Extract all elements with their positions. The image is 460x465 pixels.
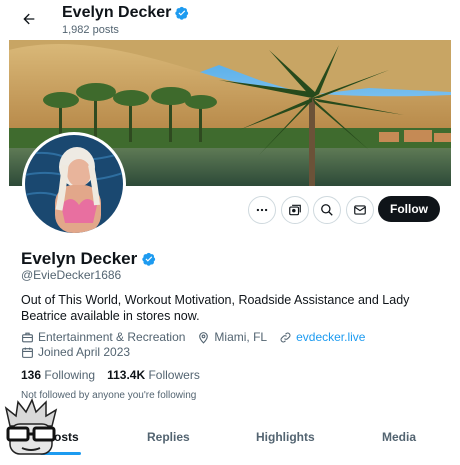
- followers-count: 113.4K: [107, 368, 146, 382]
- message-button[interactable]: [346, 196, 374, 224]
- header-name: Evelyn Decker: [62, 4, 172, 21]
- location-item: Miami, FL: [197, 330, 267, 344]
- category-item: Entertainment & Recreation: [21, 330, 185, 344]
- tab-replies[interactable]: Replies: [147, 430, 190, 444]
- post-count: 1,982 posts: [62, 24, 119, 36]
- mascot-watermark-icon: [2, 398, 60, 460]
- search-icon: [321, 204, 333, 216]
- avatar[interactable]: [25, 135, 123, 233]
- profile-name-row: Evelyn Decker: [21, 249, 156, 269]
- message-icon: [354, 205, 366, 215]
- subscribe-icon: [289, 204, 301, 216]
- more-button[interactable]: [248, 196, 276, 224]
- more-icon: [256, 208, 268, 212]
- location-pin-icon: [199, 331, 209, 344]
- calendar-icon: [22, 347, 33, 358]
- joined-row: Joined April 2023: [21, 345, 142, 359]
- top-bar: Evelyn Decker 1,982 posts: [0, 0, 460, 40]
- joined-item: Joined April 2023: [21, 345, 130, 359]
- website-item[interactable]: evdecker.live: [279, 330, 365, 344]
- following-label: Following: [44, 368, 96, 382]
- location-text: Miami, FL: [214, 330, 268, 344]
- back-arrow-icon[interactable]: [18, 10, 40, 32]
- tab-highlights[interactable]: Highlights: [256, 430, 315, 444]
- followers-label: Followers: [148, 368, 200, 382]
- subscribe-button[interactable]: [281, 196, 309, 224]
- verified-badge-icon[interactable]: [142, 252, 156, 266]
- followers-stat[interactable]: 113.4K Followers: [107, 368, 200, 382]
- header-title: Evelyn Decker: [62, 4, 189, 22]
- profile-bio: Out of This World, Workout Motivation, R…: [21, 293, 410, 323]
- joined-text: Joined April 2023: [38, 345, 131, 359]
- search-button[interactable]: [313, 196, 341, 224]
- follow-stats: 136 Following 113.4K Followers: [21, 368, 200, 382]
- profile-name: Evelyn Decker: [21, 249, 138, 268]
- profile-handle: @EvieDecker1686: [21, 268, 122, 282]
- following-count: 136: [21, 368, 42, 382]
- profile-avatar-frame[interactable]: [22, 132, 126, 236]
- website-link[interactable]: evdecker.live: [296, 330, 365, 344]
- category-text: Entertainment & Recreation: [38, 330, 186, 344]
- follow-button[interactable]: Follow: [378, 196, 440, 222]
- briefcase-icon: [22, 332, 33, 342]
- link-icon: [280, 332, 291, 342]
- verified-badge-icon: [175, 6, 189, 20]
- tab-media[interactable]: Media: [382, 430, 416, 444]
- profile-meta-row: Entertainment & Recreation Miami, FL evd…: [21, 330, 377, 344]
- following-stat[interactable]: 136 Following: [21, 368, 95, 382]
